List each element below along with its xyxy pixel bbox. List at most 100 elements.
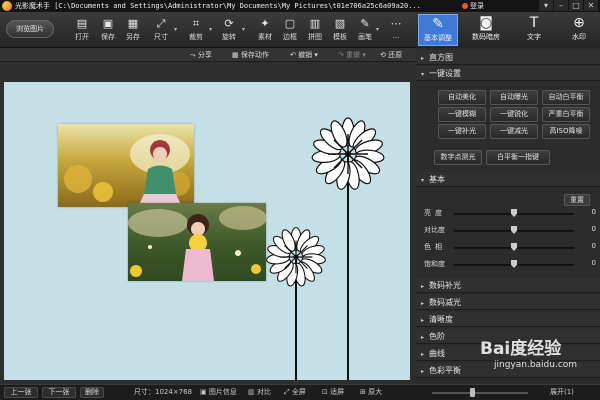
close-button[interactable]: ✕: [584, 0, 598, 11]
brush-label: 画笔: [358, 33, 372, 41]
browse-images-button[interactable]: 浏览图片: [6, 20, 54, 38]
tab-basic-adjust[interactable]: ✎ 基本调整: [418, 14, 458, 46]
section-color-balance[interactable]: ▸ 色彩平衡: [416, 363, 600, 378]
border-button[interactable]: ▢ 边框: [278, 16, 302, 46]
section-fill-light[interactable]: ▸ 数码补光: [416, 278, 600, 293]
main-toolbar: 浏览图片 ▤ 打开 ▣ 保存 ▦ 另存 ⤢ 尺寸 ▾ ⌗ 裁剪 ▾ ⟳ 旋转 ▾ ✦ 素材 ▢…: [0, 12, 416, 48]
resize-icon: ⤢: [156, 17, 166, 30]
darkroom-icon: ◙: [479, 15, 493, 31]
tab-darkroom[interactable]: ◙ 数码暗房: [466, 14, 506, 46]
material-icon: ✦: [260, 17, 270, 30]
one-click-fill-light-button[interactable]: 一键补光: [438, 124, 486, 139]
collage-icon: ▥: [309, 17, 321, 30]
template-button[interactable]: ▧ 模板: [328, 16, 352, 46]
auto-white-balance-button[interactable]: 自动白平衡: [542, 90, 590, 105]
chevron-right-icon: ▸: [421, 300, 425, 307]
hue-slider[interactable]: 色相 0: [424, 242, 596, 254]
brightness-slider[interactable]: 亮度 0: [424, 208, 596, 220]
section-reduce-light[interactable]: ▸ 数码减光: [416, 295, 600, 310]
rotate-button[interactable]: ⟳ 旋转: [217, 16, 241, 46]
section-label: 色彩平衡: [429, 366, 461, 375]
save-as-button[interactable]: ▦ 另存: [121, 16, 145, 46]
resize-label: 尺寸: [154, 33, 168, 41]
adjustment-panel: ▸ 直方图 ▾ 一键设置 自动美化 自动曝光 自动白平衡 一键模糊 一键锐化 严重白…: [416, 48, 600, 384]
tab-watermark[interactable]: ⊕ 水印: [559, 14, 599, 46]
more-label: ...: [392, 32, 400, 40]
saturation-slider[interactable]: 饱和度 0: [424, 259, 596, 271]
save-as-icon: ▦: [127, 17, 139, 30]
redo-button[interactable]: ↷ 重做 ▾: [338, 50, 366, 60]
section-clarity[interactable]: ▸ 清晰度: [416, 312, 600, 327]
share-label: 分享: [197, 51, 212, 59]
white-balance-picker-button[interactable]: 白平衡一指键: [486, 150, 550, 165]
save-action-button[interactable]: ▦ 保存动作: [232, 50, 269, 60]
redo-label: 重做: [346, 51, 361, 59]
restore-label: 还原: [388, 51, 403, 59]
image-canvas[interactable]: [4, 82, 410, 380]
section-curves[interactable]: ▸ 曲线: [416, 346, 600, 361]
delete-button[interactable]: 删除: [80, 387, 104, 398]
collage-label: 拼图: [308, 33, 322, 41]
status-bar: 上一张 下一张 删除 尺寸：1024×768 ▣ 图片信息 ▥ 对比 ⤢ 全屏 …: [0, 384, 600, 400]
minimize-button[interactable]: –: [554, 0, 568, 11]
flower-decorations[interactable]: [4, 82, 410, 380]
login-button[interactable]: 登录: [462, 1, 484, 11]
section-label: 数码减光: [429, 298, 461, 307]
menu-dropdown-button[interactable]: ▾: [539, 0, 553, 11]
one-click-sharpen-button[interactable]: 一键锐化: [490, 107, 538, 122]
expand-label: 展开(1): [550, 388, 574, 396]
template-icon: ▧: [334, 17, 346, 30]
image-info-button[interactable]: ▣ 图片信息: [200, 387, 237, 397]
maximize-button[interactable]: □: [569, 0, 583, 11]
save-button[interactable]: ▣ 保存: [96, 16, 120, 46]
slider-thumb[interactable]: [511, 260, 517, 268]
section-levels[interactable]: ▸ 色阶: [416, 329, 600, 344]
restore-button[interactable]: ⟲ 还原: [380, 50, 402, 60]
fullscreen-button[interactable]: ⤢ 全屏: [284, 387, 306, 397]
section-basic[interactable]: ▾ 基本: [416, 172, 600, 187]
next-image-button[interactable]: 下一张: [42, 387, 76, 398]
undo-button[interactable]: ↶ 撤销 ▾: [290, 50, 318, 60]
more-button[interactable]: ⋯...: [384, 16, 408, 46]
brush-dropdown-icon[interactable]: ▾: [376, 26, 379, 33]
material-button[interactable]: ✦ 素材: [253, 16, 277, 46]
slider-thumb[interactable]: [511, 209, 517, 217]
strong-white-balance-button[interactable]: 严重白平衡: [542, 107, 590, 122]
compare-button[interactable]: ▥ 对比: [248, 387, 271, 397]
brush-button[interactable]: ✎ 画笔: [353, 16, 377, 46]
slider-label: 对比度: [424, 226, 445, 234]
section-one-click[interactable]: ▾ 一键设置: [416, 66, 600, 81]
section-histogram[interactable]: ▸ 直方图: [416, 50, 600, 65]
auto-beautify-button[interactable]: 自动美化: [438, 90, 486, 105]
auto-exposure-button[interactable]: 自动曝光: [490, 90, 538, 105]
collage-button[interactable]: ▥ 拼图: [303, 16, 327, 46]
tab-text[interactable]: T 文字: [514, 14, 554, 46]
one-click-blur-button[interactable]: 一键模糊: [438, 107, 486, 122]
section-label: 曲线: [429, 349, 445, 358]
slider-thumb[interactable]: [511, 243, 517, 251]
zoom-slider-track[interactable]: [432, 392, 528, 394]
share-button[interactable]: ⤳ 分享: [190, 50, 212, 60]
template-label: 模板: [333, 33, 347, 41]
canvas-area: [0, 62, 416, 384]
spot-metering-button[interactable]: 数字点测光: [434, 150, 482, 165]
expand-button[interactable]: 展开(1): [550, 387, 574, 397]
open-button[interactable]: ▤ 打开: [70, 16, 94, 46]
original-size-button[interactable]: ⊞ 原大: [360, 387, 382, 397]
rotate-label: 旋转: [222, 33, 236, 41]
reset-button[interactable]: 重置: [564, 194, 590, 206]
previous-image-button[interactable]: 上一张: [4, 387, 38, 398]
crop-dropdown-icon[interactable]: ▾: [209, 26, 212, 33]
user-icon: [462, 3, 468, 9]
resize-button[interactable]: ⤢ 尺寸: [149, 16, 173, 46]
crop-button[interactable]: ⌗ 裁剪: [184, 16, 208, 46]
rotate-dropdown-icon[interactable]: ▾: [242, 26, 245, 33]
zoom-slider-thumb[interactable]: [470, 388, 475, 397]
slider-thumb[interactable]: [511, 226, 517, 234]
fit-screen-button[interactable]: ⊡ 适屏: [322, 387, 344, 397]
one-click-reduce-light-button[interactable]: 一键减光: [490, 124, 538, 139]
high-iso-denoise-button[interactable]: 高ISO降噪: [542, 124, 590, 139]
original-label: 原大: [368, 388, 383, 396]
contrast-slider[interactable]: 对比度 0: [424, 225, 596, 237]
resize-dropdown-icon[interactable]: ▾: [174, 26, 177, 33]
